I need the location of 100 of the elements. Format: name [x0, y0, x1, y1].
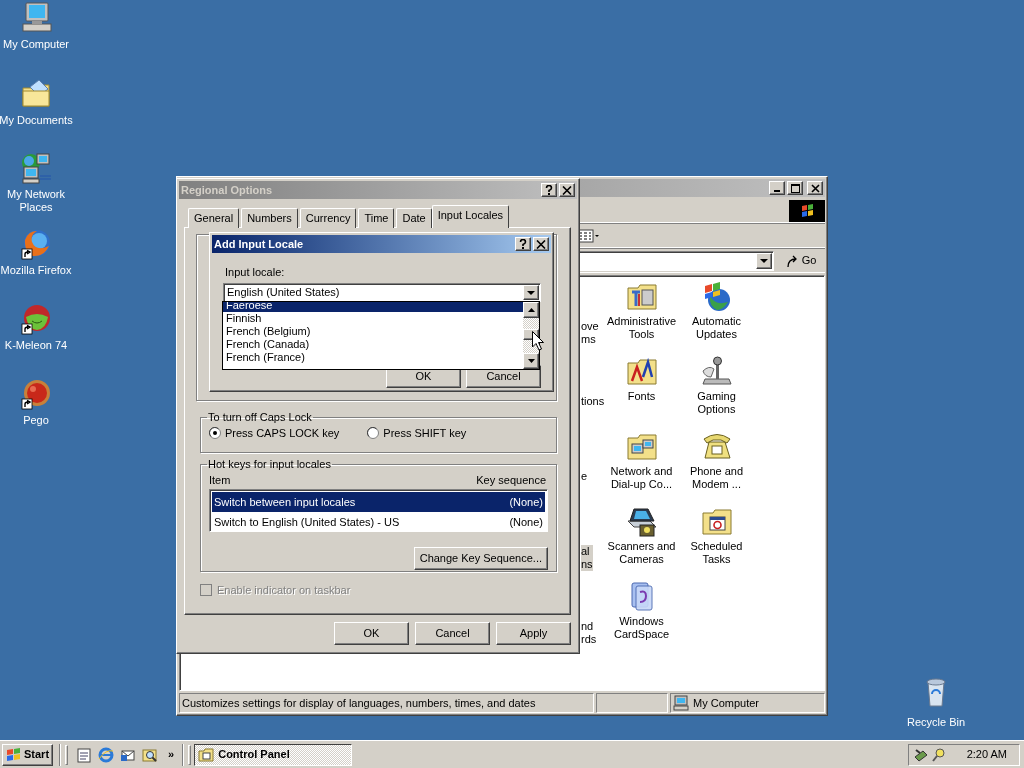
desktop-icon-label[interactable]: Recycle Bin [906, 714, 966, 731]
tab[interactable]: Currency [299, 208, 357, 228]
item-label[interactable]: Administrative Tools [605, 315, 678, 341]
round-logo-icon [20, 303, 52, 335]
desktop-icon-label[interactable]: Mozilla Firefox [0, 264, 73, 277]
desktop-icon-label[interactable]: My Computer [2, 38, 70, 51]
toolbar-handle[interactable] [65, 744, 69, 765]
scanner-icon[interactable] [625, 505, 658, 537]
field-label: Input locale: [225, 266, 285, 279]
radio-button[interactable] [367, 427, 380, 440]
dialog-button[interactable]: OK [334, 622, 409, 645]
status-panel [596, 693, 668, 713]
up-arrow-icon [527, 308, 535, 312]
item-label[interactable]: nd rds [581, 620, 597, 646]
clock[interactable]: 2:20 AM [949, 746, 1015, 763]
desktop-icon-label[interactable]: K-Meleon 74 [3, 339, 69, 352]
status-text: Customizes settings for display of languages, numbers, times, and dates [179, 693, 594, 713]
desktop-icon-label[interactable]: My Documents [0, 114, 74, 127]
minimize-button[interactable] [769, 181, 785, 195]
network-computers-icon [20, 152, 52, 184]
taskbar-button[interactable]: Control Panel [194, 743, 353, 766]
folder-icon [198, 747, 215, 762]
zone-label: My Computer [693, 695, 760, 711]
close-button[interactable] [533, 237, 549, 251]
close-icon [808, 182, 822, 194]
search-icon[interactable] [142, 746, 159, 763]
row-item: Switch between input locales [214, 494, 356, 510]
radio-button[interactable] [209, 427, 221, 440]
item-label[interactable]: Gaming Options [680, 390, 753, 416]
list-option[interactable]: Faeroese [223, 302, 523, 312]
change-key-sequence-button[interactable]: Change Key Sequence... [413, 547, 548, 570]
list-option[interactable]: French (Canada) [223, 338, 523, 351]
browser-icon[interactable] [98, 746, 115, 763]
radio-label[interactable]: Press SHIFT key [383, 425, 467, 442]
help-button[interactable] [515, 237, 531, 251]
dropdown-button[interactable] [756, 252, 772, 269]
row-item: Switch to English (United States) - US [214, 514, 400, 530]
dialog-button[interactable]: Cancel [415, 622, 490, 645]
tab[interactable]: Time [358, 208, 395, 228]
item-label[interactable]: Scheduled Tasks [680, 540, 753, 566]
item-label[interactable]: Network and Dial-up Co... [605, 465, 678, 491]
tab[interactable]: Input Locales [431, 205, 510, 228]
magnifier-icon[interactable] [931, 746, 947, 763]
item-label[interactable]: tions [581, 395, 605, 408]
close-button[interactable] [807, 181, 823, 195]
maximize-button[interactable] [787, 181, 803, 195]
caret-icon [527, 290, 535, 295]
computer-icon [20, 2, 52, 34]
tab[interactable]: Numbers [241, 208, 298, 228]
joystick-icon[interactable] [700, 355, 733, 387]
item-label[interactable]: Phone and Modem ... [680, 465, 753, 491]
scroll-up-button[interactable] [523, 302, 539, 318]
column-header: Item [209, 474, 231, 487]
dropdown-button[interactable] [523, 285, 539, 300]
dialog-button[interactable]: Apply [496, 622, 571, 645]
windows-logo-icon [6, 747, 22, 762]
item-label[interactable]: Fonts [605, 390, 678, 403]
maximize-icon [788, 182, 802, 194]
column-header: Key sequence [476, 474, 546, 487]
close-icon [536, 239, 546, 249]
toolbar-handle[interactable] [188, 744, 192, 765]
computer-icon [673, 695, 689, 711]
help-button[interactable] [541, 183, 557, 197]
group-title: To turn off Caps Lock [207, 411, 313, 423]
plug-icon[interactable] [913, 746, 929, 763]
close-button[interactable] [559, 183, 575, 197]
document-folder-icon [20, 78, 52, 110]
caret-icon [760, 258, 768, 263]
notepad-icon[interactable] [76, 746, 93, 763]
down-arrow-icon [527, 359, 535, 363]
list-option[interactable]: Finnish [223, 312, 523, 325]
tab[interactable]: General [188, 208, 240, 228]
list-row[interactable]: Switch to English (United States) - US (None) [212, 512, 545, 532]
desktop-icon-label[interactable]: My Network Places [0, 188, 76, 214]
list-option[interactable]: French (Belgium) [223, 325, 523, 338]
more-button[interactable]: » [166, 744, 177, 765]
item-label[interactable]: e [581, 470, 588, 483]
desktop-icon-label[interactable]: Pego [22, 414, 50, 427]
minimize-icon [774, 190, 780, 192]
list-row[interactable]: Switch between input locales (None) [212, 492, 545, 512]
row-key-sequence: (None) [509, 514, 543, 530]
row-key-sequence: (None) [509, 494, 543, 510]
item-label[interactable]: al ns [581, 545, 593, 571]
dropdown-list[interactable]: Faeroese Finnish French (Belgium) French (Canada) French (France) [222, 301, 540, 370]
window-title: Add Input Locale [214, 236, 305, 252]
scroll-down-button[interactable] [523, 353, 539, 369]
start-button[interactable]: Start [2, 743, 54, 766]
list-option[interactable]: French (France) [223, 351, 523, 364]
go-button[interactable]: Go [781, 250, 821, 271]
ball-icon [20, 378, 52, 410]
radio-label[interactable]: Press CAPS LOCK key [225, 425, 340, 442]
item-label[interactable]: Scanners and Cameras [605, 540, 678, 566]
window-title: Regional Options [181, 182, 274, 198]
group-title: Hot keys for input locales [207, 458, 332, 470]
item-label[interactable]: ove ms [581, 320, 599, 346]
list-box[interactable]: Switch between input locales (None) Switch to English (United States) - US (None) [209, 489, 548, 532]
tab[interactable]: Date [396, 208, 432, 228]
item-label[interactable]: Automatic Updates [680, 315, 753, 341]
item-label[interactable]: Windows CardSpace [605, 615, 678, 641]
windows-logo-icon [789, 199, 825, 222]
